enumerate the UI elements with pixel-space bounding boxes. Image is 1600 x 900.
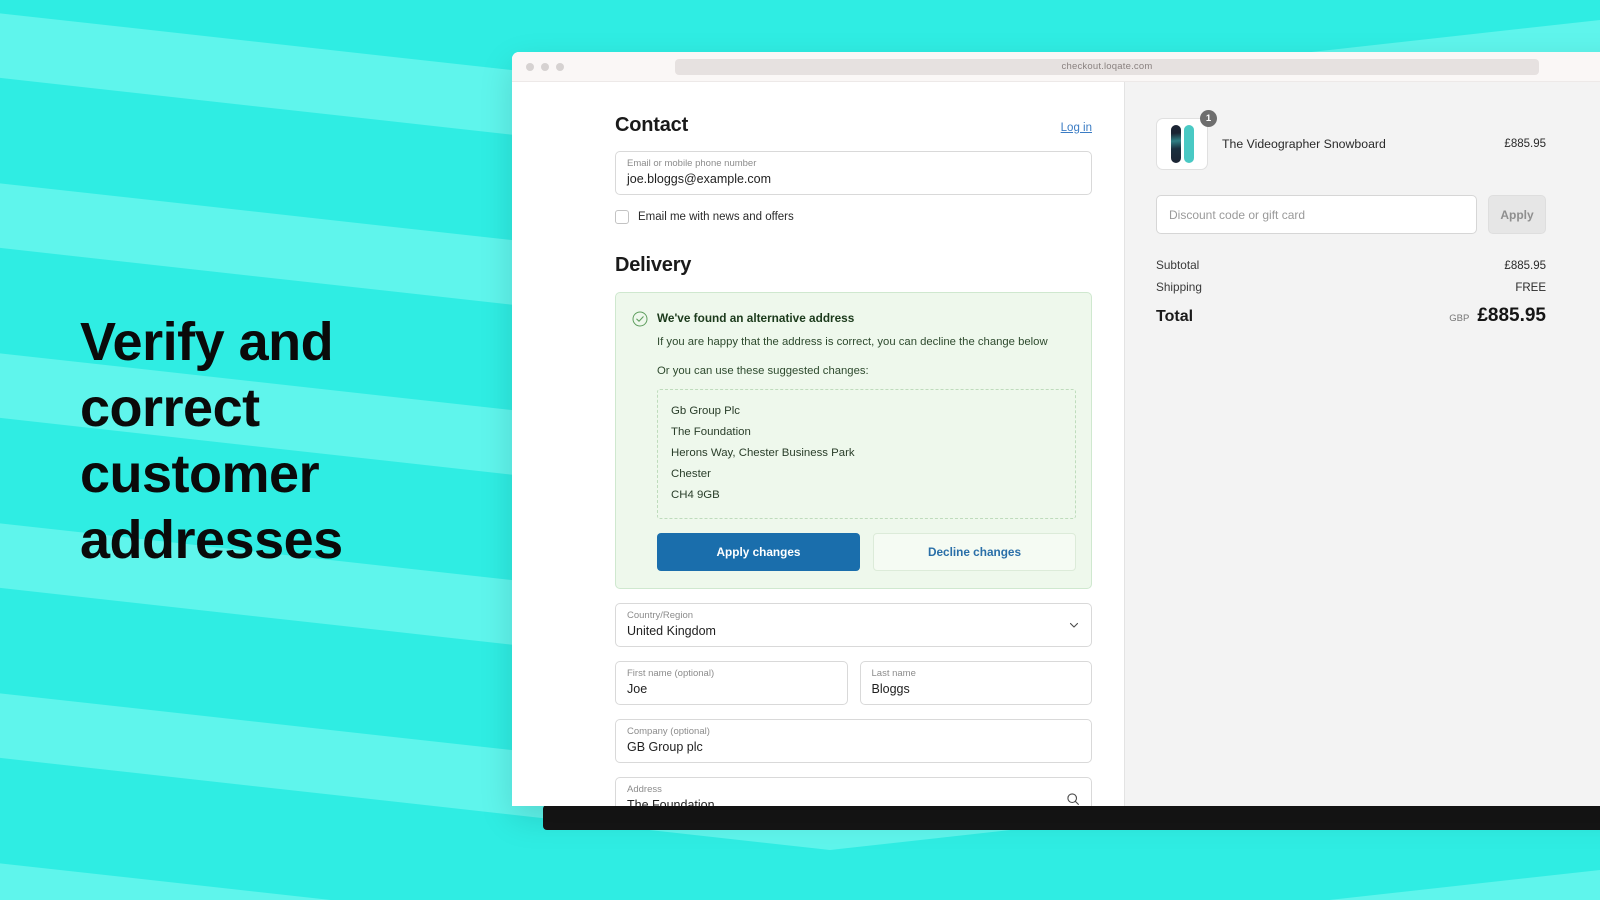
subtotal-label: Subtotal [1156, 258, 1200, 272]
last-name-value: Bloggs [871, 682, 910, 696]
suggested-address-line: Gb Group Plc [671, 405, 741, 417]
snowboard-graphic [1170, 125, 1181, 163]
product-thumbnail-wrap: 1 [1156, 110, 1217, 170]
suggested-address-line: CH4 9GB [671, 489, 720, 501]
suggested-address-line: Chester [671, 468, 711, 480]
browser-window: checkout.loqate.com Contact Log in Email… [512, 52, 1600, 806]
discount-code-input[interactable] [1156, 195, 1477, 234]
snowboard-graphic [1183, 125, 1194, 163]
address-field[interactable]: Address The Foundation [615, 777, 1092, 806]
apply-discount-button[interactable]: Apply [1488, 195, 1546, 234]
search-icon[interactable] [1066, 792, 1080, 806]
close-icon[interactable] [526, 62, 534, 71]
name-fields-row: First name (optional) Joe Last name Blog… [615, 661, 1092, 705]
address-label: Address [627, 784, 662, 795]
alt-address-suggestion-intro: Or you can use these suggested changes: [657, 365, 869, 377]
subtotal-row: Subtotal £885.95 [1156, 258, 1546, 272]
company-label: Company (optional) [627, 726, 710, 737]
first-name-field[interactable]: First name (optional) Joe [615, 661, 848, 705]
order-totals: Subtotal £885.95 Shipping FREE Total GBP… [1156, 258, 1556, 327]
product-price: £885.95 [1504, 138, 1546, 150]
browser-shadow-bar [543, 805, 1600, 830]
check-circle-icon [632, 311, 648, 327]
shipping-label: Shipping [1156, 280, 1202, 294]
email-field-value: joe.bloggs@example.com [627, 172, 772, 186]
suggested-address-line: Herons Way, Chester Business Park [671, 447, 855, 459]
first-name-value: Joe [627, 682, 648, 696]
last-name-field[interactable]: Last name Bloggs [859, 661, 1092, 705]
suggested-address-box: Gb Group Plc The Foundation Herons Way, … [657, 389, 1076, 519]
total-label: Total [1156, 308, 1194, 325]
order-line-item: 1 The Videographer Snowboard £885.95 [1156, 110, 1556, 170]
quantity-badge: 1 [1200, 110, 1217, 127]
address-bar[interactable]: checkout.loqate.com [675, 58, 1539, 75]
decline-changes-button[interactable]: Decline changes [873, 533, 1076, 571]
country-region-select[interactable]: Country/Region United Kingdom [615, 603, 1092, 647]
email-field-label: Email or mobile phone number [627, 158, 757, 169]
maximize-icon[interactable] [556, 62, 564, 71]
delivery-title: Delivery [615, 254, 692, 276]
newsletter-checkbox-label: Email me with news and offers [638, 211, 794, 223]
order-summary-column: 1 The Videographer Snowboard £885.95 App… [1124, 82, 1600, 806]
alternative-address-panel: We've found an alternative address If yo… [615, 292, 1092, 589]
newsletter-checkbox[interactable] [615, 210, 629, 224]
suggested-address-line: The Foundation [671, 426, 751, 438]
alt-address-subtitle: If you are happy that the address is cor… [657, 336, 1048, 348]
checkout-page: Contact Log in Email or mobile phone num… [512, 82, 1600, 806]
shipping-row: Shipping FREE [1156, 280, 1546, 294]
address-value: The Foundation [627, 798, 715, 806]
window-controls[interactable] [526, 62, 564, 71]
grand-total-row: Total GBP £885.95 [1156, 305, 1546, 327]
total-value: £885.95 [1477, 305, 1546, 326]
subtotal-value: £885.95 [1504, 260, 1546, 272]
promo-screenshot: Verify and correct customer addresses ch… [0, 0, 1600, 900]
company-value: GB Group plc [627, 740, 703, 754]
apply-changes-button[interactable]: Apply changes [657, 533, 860, 571]
contact-header: Contact Log in [615, 114, 1092, 137]
login-link[interactable]: Log in [1061, 122, 1092, 134]
chevron-down-icon[interactable] [1068, 619, 1080, 631]
alt-address-actions: Apply changes Decline changes [657, 533, 1076, 571]
total-currency: GBP [1449, 313, 1470, 324]
last-name-label: Last name [871, 668, 916, 679]
first-name-label: First name (optional) [627, 668, 715, 679]
country-region-value: United Kingdom [627, 624, 716, 638]
company-field[interactable]: Company (optional) GB Group plc [615, 719, 1092, 763]
email-field[interactable]: Email or mobile phone number joe.bloggs@… [615, 151, 1092, 195]
promo-headline: Verify and correct customer addresses [80, 312, 343, 570]
minimize-icon[interactable] [541, 62, 549, 71]
url-text: checkout.loqate.com [1061, 61, 1153, 72]
browser-chrome: checkout.loqate.com [512, 52, 1600, 82]
contact-title: Contact [615, 114, 689, 136]
product-name: The Videographer Snowboard [1222, 137, 1386, 151]
alt-address-title: We've found an alternative address [657, 311, 855, 325]
checkout-form-column: Contact Log in Email or mobile phone num… [512, 82, 1124, 806]
newsletter-checkbox-row[interactable]: Email me with news and offers [615, 210, 1092, 224]
shipping-value: FREE [1515, 282, 1546, 294]
snowboard-product-image [1156, 118, 1208, 170]
discount-row: Apply [1156, 195, 1556, 234]
chevron-stripe [0, 850, 1600, 900]
country-region-label: Country/Region [627, 610, 694, 621]
